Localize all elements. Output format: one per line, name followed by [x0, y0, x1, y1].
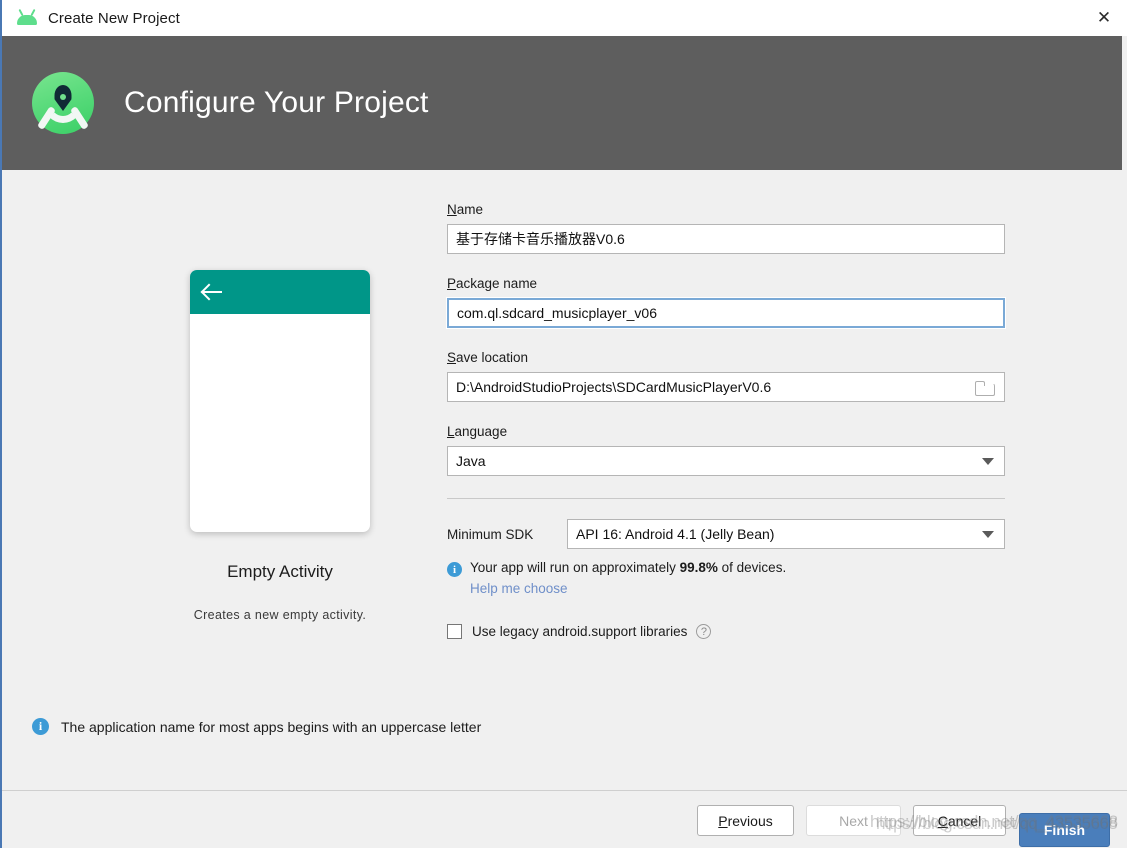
dialog-body: Empty Activity Creates a new empty activ… — [2, 170, 1127, 790]
legacy-libraries-checkbox[interactable] — [447, 624, 462, 639]
cancel-button-rest: ancel — [947, 812, 982, 829]
project-config-form: Name 基于存储卡音乐播放器V0.6 Package name com.ql.… — [446, 202, 1006, 639]
minimum-sdk-label: Minimum SDK — [447, 526, 534, 542]
page-title: Configure Your Project — [124, 86, 429, 119]
template-preview: Empty Activity Creates a new empty activ… — [154, 270, 406, 622]
info-icon: i — [447, 562, 462, 577]
create-new-project-dialog: Create New Project ✕ Configure Your Proj… — [0, 0, 1127, 848]
save-location-input[interactable]: D:\AndroidStudioProjects\SDCardMusicPlay… — [447, 372, 1005, 402]
finish-button-label: Finish — [1043, 822, 1086, 838]
package-name-input-value: com.ql.sdcard_musicplayer_v06 — [457, 305, 657, 321]
previous-button[interactable]: Previous — [697, 805, 794, 836]
legacy-libraries-row: Use legacy android.support libraries ? — [447, 624, 1005, 639]
back-arrow-icon — [203, 282, 223, 302]
language-select[interactable]: Java — [447, 446, 1005, 476]
folder-icon[interactable] — [975, 380, 995, 396]
android-studio-logo — [32, 72, 94, 134]
question-mark-icon[interactable]: ? — [696, 624, 712, 639]
next-button-label: Next — [839, 812, 868, 829]
window-title-bar: Create New Project ✕ — [2, 0, 1127, 36]
name-label-rest: ame — [456, 202, 484, 217]
preview-app-bar — [190, 270, 370, 314]
save-location-label-rest: ave location — [456, 350, 529, 365]
template-name: Empty Activity — [227, 562, 333, 581]
validation-note-text: The application name for most apps begin… — [61, 718, 482, 735]
device-coverage-prefix: Your app will run on approximately — [470, 560, 680, 575]
close-icon[interactable]: ✕ — [1081, 0, 1127, 36]
language-label: Language — [447, 424, 1005, 439]
chevron-down-icon — [982, 530, 994, 538]
package-name-label-rest: ackage name — [456, 276, 538, 291]
previous-button-rest: revious — [727, 812, 773, 829]
cancel-button-mnemonic: C — [937, 812, 948, 829]
dialog-footer: Previous Next Cancel Finish — [2, 791, 1127, 848]
minimum-sdk-row: Minimum SDK API 16: Android 4.1 (Jelly B… — [447, 519, 1005, 549]
package-name-input[interactable]: com.ql.sdcard_musicplayer_v06 — [446, 297, 1006, 329]
language-select-value: Java — [456, 453, 486, 469]
name-label-mnemonic: N — [447, 202, 457, 217]
template-description: Creates a new empty activity. — [193, 608, 367, 622]
save-location-label: Save location — [447, 350, 1005, 365]
help-me-choose-link[interactable]: Help me choose — [470, 581, 1005, 596]
device-coverage-info: i Your app will run on approximately 99.… — [447, 560, 1005, 577]
android-robot-icon — [16, 7, 38, 29]
language-label-mnemonic: L — [447, 424, 455, 439]
minimum-sdk-select-value: API 16: Android 4.1 (Jelly Bean) — [576, 526, 775, 542]
cancel-button[interactable]: Cancel — [913, 805, 1006, 836]
form-divider — [447, 498, 1005, 499]
name-input[interactable]: 基于存储卡音乐播放器V0.6 — [447, 224, 1005, 254]
device-coverage-suffix: of devices. — [717, 560, 787, 575]
previous-button-mnemonic: P — [718, 812, 728, 829]
window-title: Create New Project — [48, 9, 180, 27]
chevron-down-icon — [982, 457, 994, 465]
device-coverage-text: Your app will run on approximately 99.8%… — [470, 560, 786, 575]
device-coverage-percent: 99.8% — [679, 560, 718, 575]
info-icon: i — [32, 718, 49, 735]
name-label: Name — [447, 202, 1005, 217]
save-location-input-value: D:\AndroidStudioProjects\SDCardMusicPlay… — [456, 379, 772, 395]
finish-button[interactable]: Finish — [1019, 813, 1110, 847]
activity-preview-card — [190, 270, 370, 532]
next-button: Next — [806, 805, 901, 836]
legacy-libraries-label[interactable]: Use legacy android.support libraries — [472, 624, 687, 639]
package-name-label: Package name — [447, 276, 1005, 291]
name-input-value: 基于存储卡音乐播放器V0.6 — [456, 231, 625, 247]
package-name-label-mnemonic: P — [447, 276, 457, 291]
save-location-label-mnemonic: S — [447, 350, 457, 365]
dialog-header: Configure Your Project — [2, 36, 1122, 170]
language-label-rest: anguage — [454, 424, 508, 439]
minimum-sdk-select[interactable]: API 16: Android 4.1 (Jelly Bean) — [567, 519, 1005, 549]
validation-note: i The application name for most apps beg… — [32, 718, 481, 735]
